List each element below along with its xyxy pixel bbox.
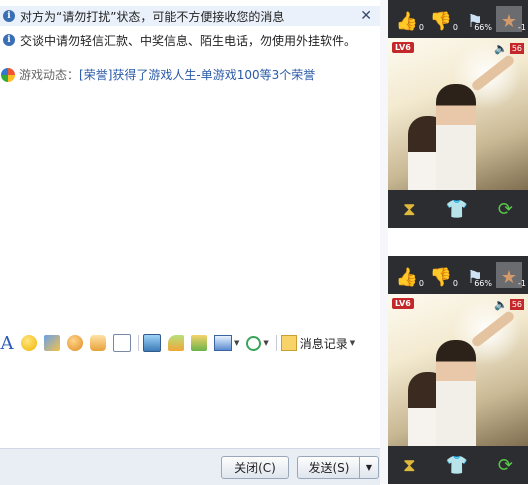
dnd-notice: i 对方为“请勿打扰”状态，可能不方便接收您的消息 ✕ <box>0 6 380 26</box>
speaker-icon: 🔈 <box>494 298 508 311</box>
like-button[interactable]: 👍 0 <box>394 6 424 32</box>
thumbs-down-icon: 👎 <box>429 267 453 288</box>
dislike-count: 0 <box>452 23 458 32</box>
rating-button[interactable]: ⚑ 66% <box>462 6 492 32</box>
like-button[interactable]: 👍 0 <box>394 262 424 288</box>
magic-emoji-icon[interactable] <box>44 335 60 351</box>
panel-divider <box>380 0 388 484</box>
close-button[interactable]: 关闭(C) <box>221 456 289 479</box>
hourglass-icon[interactable]: ⧗ <box>403 455 416 476</box>
bottom-bar: 关闭(C) 发送(S) ▼ <box>0 448 380 485</box>
send-options-button[interactable]: ▼ <box>359 456 379 479</box>
chevron-down-icon: ▼ <box>263 339 269 347</box>
nudge-hand-icon[interactable] <box>90 335 106 351</box>
favorite-count: -1 <box>518 279 526 288</box>
font-button[interactable]: A <box>0 333 14 354</box>
level-badge: LV6 <box>392 42 414 53</box>
level-badge: LV6 <box>392 298 414 309</box>
message-history-label: 消息记录 <box>299 336 348 351</box>
rating-button[interactable]: ⚑ 66% <box>462 262 492 288</box>
chevron-down-icon: ▼ <box>234 339 240 347</box>
image-icon[interactable] <box>143 334 161 352</box>
speaker-icon: 🔈 <box>494 42 508 55</box>
history-icon <box>280 335 297 351</box>
favorite-button[interactable]: ★ -1 <box>496 262 526 288</box>
volume-control[interactable]: 🔈 56 <box>494 42 524 55</box>
show-actions: ⧗ 👕 ⟳ <box>388 190 528 228</box>
favorite-count: -1 <box>518 23 526 32</box>
info-icon: i <box>3 10 15 22</box>
thumbs-down-icon: 👎 <box>429 11 453 32</box>
show-actions: ⧗ 👕 ⟳ <box>388 446 528 484</box>
shirt-icon[interactable]: 👕 <box>446 199 468 220</box>
message-history-button[interactable]: 消息记录 ▼ <box>280 335 356 352</box>
dislike-button[interactable]: 👎 0 <box>428 262 458 288</box>
screenshot-button[interactable]: ▼ <box>214 333 239 353</box>
thumbs-up-icon: 👍 <box>395 267 419 288</box>
thumbs-up-icon: 👍 <box>395 11 419 32</box>
toolbar-separator <box>138 335 139 351</box>
refresh-icon[interactable]: ⟳ <box>498 455 513 476</box>
input-toolbar: A ▼ ▼ 消息记录 ▼ <box>0 330 380 356</box>
rating-percent: 66% <box>474 23 492 32</box>
music-icon[interactable] <box>168 335 184 351</box>
game-activity-label: 游戏动态： <box>19 68 80 82</box>
chevron-down-icon: ▼ <box>349 339 356 347</box>
show-toolbar: 👍 0 👎 0 ⚑ 66% ★ -1 <box>388 256 528 294</box>
like-count: 0 <box>418 23 424 32</box>
game-icon <box>1 67 15 82</box>
shirt-icon[interactable]: 👕 <box>446 455 468 476</box>
star-icon: ★ <box>500 11 518 32</box>
shake-icon[interactable] <box>67 335 83 351</box>
show-photo: LV6 🔈 56 <box>388 294 528 446</box>
like-count: 0 <box>418 279 424 288</box>
rating-percent: 66% <box>474 279 492 288</box>
hourglass-icon[interactable]: ⧗ <box>403 199 416 220</box>
volume-value: 56 <box>509 299 524 310</box>
star-icon: ★ <box>500 267 518 288</box>
send-button[interactable]: 发送(S) <box>297 456 361 479</box>
show-toolbar: 👍 0 👎 0 ⚑ 66% ★ -1 <box>388 0 528 38</box>
security-notice: i 交谈中请勿轻信汇款、中奖信息、陌生电话，勿使用外挂软件。 <box>0 30 380 50</box>
volume-control[interactable]: 🔈 56 <box>494 298 524 311</box>
dnd-notice-text: 对方为“请勿打扰”状态，可能不方便接收您的消息 <box>20 9 285 24</box>
show-photo: LV6 🔈 56 <box>388 38 528 190</box>
contact-show-panel: 👍 0 👎 0 ⚑ 66% ★ -1 LV6 🔈 56 ⧗ 👕 ⟳ <box>388 0 528 228</box>
chat-area: i 对方为“请勿打扰”状态，可能不方便接收您的消息 ✕ i 交谈中请勿轻信汇款、… <box>0 0 380 485</box>
emoji-icon[interactable] <box>21 335 37 351</box>
refresh-icon[interactable]: ⟳ <box>498 199 513 220</box>
scribble-icon[interactable] <box>113 334 131 352</box>
dislike-button[interactable]: 👎 0 <box>428 6 458 32</box>
close-notice-icon[interactable]: ✕ <box>360 8 372 24</box>
game-activity: 游戏动态： [荣誉]获得了游戏人生-单游戏100等3个荣誉 <box>0 66 315 83</box>
security-notice-text: 交谈中请勿轻信汇款、中奖信息、陌生电话，勿使用外挂软件。 <box>20 33 357 48</box>
gift-icon[interactable] <box>191 335 207 351</box>
favorite-button[interactable]: ★ -1 <box>496 6 526 32</box>
volume-value: 56 <box>509 43 524 54</box>
self-show-panel: 👍 0 👎 0 ⚑ 66% ★ -1 LV6 🔈 56 ⧗ 👕 ⟳ <box>388 256 528 484</box>
info-icon: i <box>3 34 15 46</box>
dislike-count: 0 <box>452 279 458 288</box>
quick-reply-button[interactable]: ▼ <box>246 333 269 353</box>
toolbar-separator <box>275 335 277 351</box>
game-activity-link[interactable]: [荣誉]获得了游戏人生-单游戏100等3个荣誉 <box>79 66 315 83</box>
